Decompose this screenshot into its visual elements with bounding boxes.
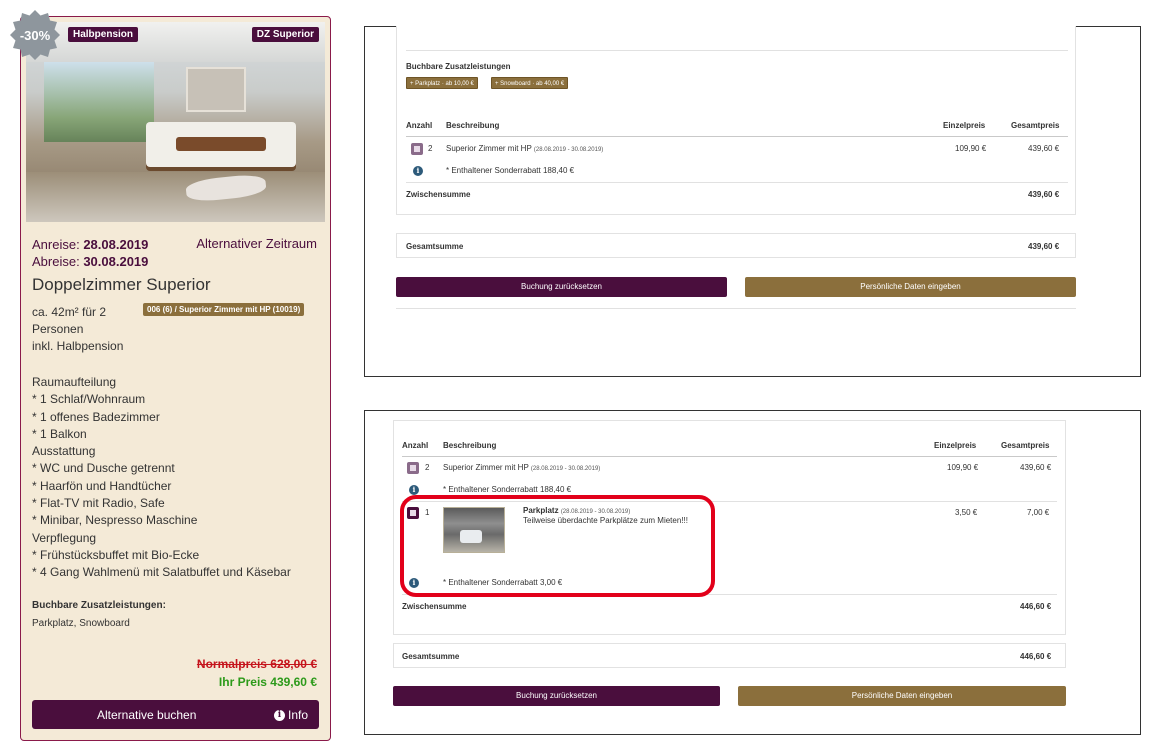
extras-title: Buchbare Zusatzleistungen:	[32, 600, 166, 611]
room-size-line: inkl. Halbpension	[32, 339, 124, 353]
header-divider	[406, 136, 1068, 137]
booking-summary-screenshot-2: Anzahl Beschreibung Einzelpreis Gesamtpr…	[364, 410, 1141, 735]
row-total-price: 7,00 €	[1027, 508, 1050, 517]
enter-personal-data-button[interactable]: Persönliche Daten eingeben	[745, 277, 1076, 297]
enter-personal-data-button[interactable]: Persönliche Daten eingeben	[738, 686, 1066, 706]
col-unit-header: Einzelpreis	[943, 121, 986, 130]
photo-floor	[26, 172, 325, 222]
arrival-label: Anreise:	[32, 237, 80, 252]
total-box: Gesamtsumme 439,60 €	[396, 233, 1076, 258]
info-icon[interactable]: i	[413, 166, 423, 176]
feature-line: Ausstattung	[32, 444, 96, 459]
normal-price: Normalpreis 628,00 €	[196, 657, 317, 671]
row-discount: * Enthaltener Sonderrabatt 188,40 €	[446, 166, 575, 175]
feature-line: * Flat-TV mit Radio, Safe	[32, 496, 165, 511]
departure-date: 30.08.2019	[83, 254, 149, 269]
row-unit-price: 109,90 €	[947, 463, 979, 472]
feature-line: * 1 Balkon	[32, 426, 87, 441]
highlight-frame	[400, 495, 715, 597]
info-icon: i	[273, 709, 285, 721]
total-value: 446,60 €	[1020, 652, 1052, 661]
subtotal-value: 439,60 €	[1028, 190, 1060, 199]
your-price: Ihr Preis 439,60 €	[218, 675, 317, 689]
feature-line: * 4 Gang Wahlmenü mit Salatbuffet und Kä…	[32, 565, 291, 580]
row-qty: 2	[428, 144, 433, 153]
row-total-price: 439,60 €	[1020, 463, 1052, 472]
col-total-header: Gesamtpreis	[1001, 441, 1050, 450]
photo-window	[44, 62, 154, 142]
alternative-period-label: Alternativer Zeitraum	[196, 236, 317, 251]
room-code-badge: 006 (6) / Superior Zimmer mit HP (10019)	[143, 303, 305, 316]
book-alternative-button[interactable]: Alternative buchen i Info	[32, 700, 319, 729]
room-icon	[411, 143, 423, 155]
feature-line: Verpflegung	[32, 530, 97, 545]
divider	[406, 50, 1068, 51]
col-unit-header: Einzelpreis	[934, 441, 977, 450]
info-icon[interactable]: i	[409, 485, 419, 495]
col-desc-header: Beschreibung	[443, 441, 497, 450]
feature-line: Raumaufteilung	[32, 375, 117, 389]
room-offer-card: -30% Halbpension DZ Superior Anreise: 28…	[10, 10, 331, 741]
room-photo	[26, 22, 325, 222]
reset-booking-button[interactable]: Buchung zurücksetzen	[393, 686, 720, 706]
header-divider	[402, 456, 1057, 457]
add-snowboard-chip[interactable]: + Snowboard · ab 40,00 €	[491, 77, 569, 89]
row-desc-text: Superior Zimmer mit HP	[446, 144, 532, 153]
booking-summary-screenshot-1: Buchbare Zusatzleistungen + Parkplatz · …	[364, 26, 1141, 377]
subtotal-value: 446,60 €	[1020, 602, 1052, 611]
col-qty-header: Anzahl	[406, 121, 433, 130]
total-box: Gesamtsumme 446,60 €	[393, 643, 1066, 668]
stay-dates: Anreise: 28.08.2019 Abreise: 30.08.2019	[32, 236, 148, 270]
room-size-line: Personen	[32, 322, 84, 336]
feature-line: * Frühstücksbuffet mit Bio-Ecke	[32, 547, 200, 562]
info-label: Info	[287, 708, 308, 722]
feature-line: * WC und Dusche getrennt	[32, 461, 175, 476]
photo-bed-runner	[176, 137, 266, 151]
board-badge: Halbpension	[68, 27, 139, 42]
subtotal-label: Zwischensumme	[402, 602, 467, 611]
room-size-text: ca. 42m² für 2 Personen inkl. Halbpensio…	[32, 304, 132, 355]
col-desc-header: Beschreibung	[446, 121, 500, 130]
row-unit-price: 109,90 €	[955, 144, 987, 153]
room-features-list: Raumaufteilung * 1 Schlaf/Wohnraum * 1 o…	[32, 374, 291, 582]
room-icon	[407, 462, 419, 474]
room-size-line: ca. 42m² für 2	[32, 305, 107, 319]
row-unit-price: 3,50 €	[955, 508, 978, 517]
row-qty: 2	[425, 463, 430, 472]
row-dates: (28.08.2019 - 30.08.2019)	[533, 147, 604, 153]
feature-line: * 1 Schlaf/Wohnraum	[32, 392, 146, 407]
feature-line: * 1 offenes Badezimmer	[32, 409, 160, 424]
departure-label: Abreise:	[32, 254, 80, 269]
cart-box: Buchbare Zusatzleistungen + Parkplatz · …	[396, 26, 1076, 215]
arrival-date: 28.08.2019	[83, 237, 149, 252]
row-desc: Superior Zimmer mit HP (28.08.2019 - 30.…	[443, 463, 600, 472]
col-total-header: Gesamtpreis	[1011, 121, 1060, 130]
room-title: Doppelzimmer Superior	[32, 275, 211, 294]
row-discount: * Enthaltener Sonderrabatt 188,40 €	[443, 485, 572, 494]
total-value: 439,60 €	[1028, 242, 1060, 251]
feature-line: * Minibar, Nespresso Maschine	[32, 513, 198, 528]
col-qty-header: Anzahl	[402, 441, 429, 450]
book-alternative-label: Alternative buchen	[97, 708, 197, 722]
extras-heading: Buchbare Zusatzleistungen	[406, 62, 511, 71]
total-label: Gesamtsumme	[402, 652, 460, 661]
photo-wall-art	[186, 67, 246, 112]
feature-line: * Haarfön und Handtücher	[32, 478, 172, 493]
row-total-price: 439,60 €	[1028, 144, 1060, 153]
reset-booking-button[interactable]: Buchung zurücksetzen	[396, 277, 727, 297]
room-type-badge: DZ Superior	[251, 27, 319, 42]
extras-text: Parkplatz, Snowboard	[32, 618, 130, 629]
info-button[interactable]: i Info	[273, 708, 308, 722]
row-desc-text: Superior Zimmer mit HP	[443, 463, 529, 472]
total-label: Gesamtsumme	[406, 242, 464, 251]
row-desc: Superior Zimmer mit HP (28.08.2019 - 30.…	[446, 144, 603, 153]
divider	[396, 308, 1076, 309]
divider	[406, 182, 1068, 183]
add-parking-chip[interactable]: + Parkplatz · ab 10,00 €	[406, 77, 478, 89]
subtotal-label: Zwischensumme	[406, 190, 471, 199]
row-dates: (28.08.2019 - 30.08.2019)	[530, 466, 601, 472]
